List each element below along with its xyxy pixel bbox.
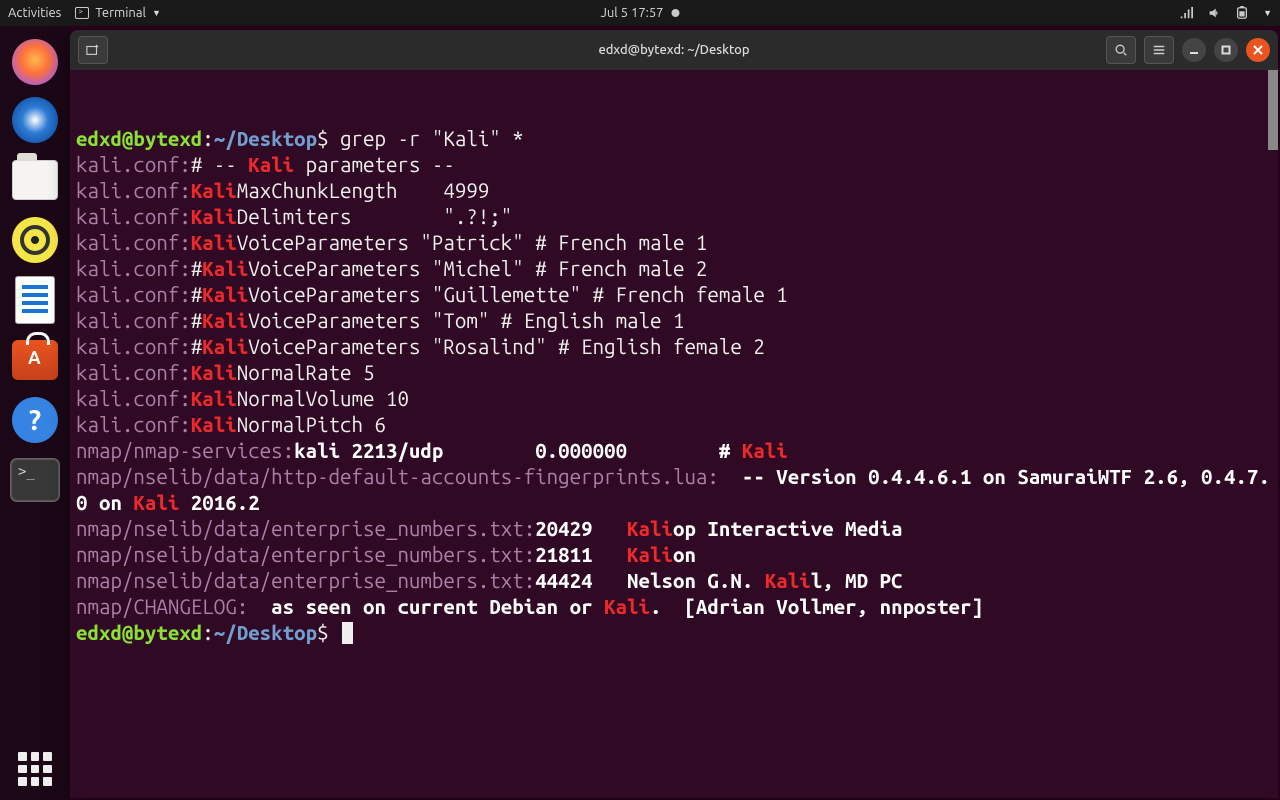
titlebar[interactable]: edxd@bytexd: ~/Desktop: [70, 30, 1278, 70]
app-menu-label: Terminal: [95, 6, 146, 20]
prompt-line: edxd@bytexd:~/Desktop$ grep -r "Kali" *: [76, 126, 1272, 152]
output-line: nmap/CHANGELOG: as seen on current Debia…: [76, 594, 1272, 620]
help-icon: ?: [12, 397, 58, 443]
dock-writer[interactable]: [9, 274, 61, 326]
dock-software[interactable]: [9, 334, 61, 386]
window-title: edxd@bytexd: ~/Desktop: [598, 43, 749, 57]
activities-button[interactable]: Activities: [8, 6, 61, 20]
scrollbar[interactable]: [1268, 70, 1278, 150]
battery-icon: [1235, 6, 1249, 20]
terminal-icon: [75, 7, 89, 19]
output-line: kali.conf:#KaliVoiceParameters "Rosalind…: [76, 334, 1272, 360]
output-line: kali.conf:KaliMaxChunkLength 4999: [76, 178, 1272, 204]
output-line: nmap/nselib/data/http-default-accounts-f…: [76, 464, 1272, 516]
dock-rhythmbox[interactable]: [9, 214, 61, 266]
output-line: kali.conf:#KaliVoiceParameters "Tom" # E…: [76, 308, 1272, 334]
speaker-icon: [12, 217, 58, 263]
output-line: kali.conf:KaliVoiceParameters "Patrick" …: [76, 230, 1272, 256]
maximize-icon: [1221, 45, 1231, 55]
clock[interactable]: Jul 5 17:57: [600, 6, 679, 20]
gnome-topbar: Activities Terminal ▼ Jul 5 17:57 ▼: [0, 0, 1280, 26]
output-line: kali.conf:#KaliVoiceParameters "Guilleme…: [76, 282, 1272, 308]
volume-icon: [1207, 6, 1221, 20]
output-line: nmap/nselib/data/enterprise_numbers.txt:…: [76, 568, 1272, 594]
terminal-icon: [11, 459, 59, 501]
new-tab-button[interactable]: [78, 36, 108, 64]
hamburger-icon: [1152, 43, 1166, 57]
terminal-window: edxd@bytexd: ~/Desktop edxd@bytexd:~/Des…: [70, 30, 1278, 798]
cursor: [342, 622, 353, 644]
search-button[interactable]: [1106, 36, 1136, 64]
dock-thunderbird[interactable]: [9, 94, 61, 146]
app-menu[interactable]: Terminal ▼: [75, 6, 161, 20]
thunderbird-icon: [12, 97, 58, 143]
output-line: kali.conf:# -- Kali parameters --: [76, 152, 1272, 178]
dock-terminal[interactable]: [9, 454, 61, 506]
close-icon: [1253, 45, 1263, 55]
prompt-line: edxd@bytexd:~/Desktop$: [76, 620, 1272, 646]
network-icon: [1179, 6, 1193, 20]
output-line: kali.conf:#KaliVoiceParameters "Michel" …: [76, 256, 1272, 282]
firefox-icon: [12, 39, 58, 85]
folder-icon: [12, 160, 58, 200]
terminal-output: edxd@bytexd:~/Desktop$ grep -r "Kali" *k…: [76, 126, 1272, 646]
close-button[interactable]: [1246, 38, 1270, 62]
minimize-icon: [1189, 45, 1199, 55]
output-line: kali.conf:KaliNormalRate 5: [76, 360, 1272, 386]
maximize-button[interactable]: [1214, 38, 1238, 62]
output-line: kali.conf:KaliNormalVolume 10: [76, 386, 1272, 412]
output-line: nmap/nmap-services:kali 2213/udp 0.00000…: [76, 438, 1272, 464]
hamburger-menu-button[interactable]: [1144, 36, 1174, 64]
new-tab-icon: [86, 43, 100, 57]
dock-files[interactable]: [9, 154, 61, 206]
dock-help[interactable]: ?: [9, 394, 61, 446]
dock-firefox[interactable]: [9, 34, 61, 86]
terminal-body[interactable]: edxd@bytexd:~/Desktop$ grep -r "Kali" *k…: [70, 70, 1278, 798]
output-line: nmap/nselib/data/enterprise_numbers.txt:…: [76, 516, 1272, 542]
output-line: kali.conf:KaliNormalPitch 6: [76, 412, 1272, 438]
datetime-label: Jul 5 17:57: [600, 6, 663, 20]
dock: ?: [0, 26, 70, 800]
search-icon: [1114, 43, 1128, 57]
output-line: nmap/nselib/data/enterprise_numbers.txt:…: [76, 542, 1272, 568]
chevron-down-icon: ▼: [152, 8, 161, 18]
system-tray[interactable]: ▼: [1179, 6, 1272, 20]
minimize-button[interactable]: [1182, 38, 1206, 62]
chevron-down-icon: ▼: [1263, 8, 1272, 18]
notification-dot-icon: [672, 9, 680, 17]
output-line: kali.conf:KaliDelimiters ".?!;": [76, 204, 1272, 230]
document-icon: [15, 276, 55, 324]
shopping-bag-icon: [12, 340, 58, 380]
show-applications-button[interactable]: [18, 752, 52, 786]
